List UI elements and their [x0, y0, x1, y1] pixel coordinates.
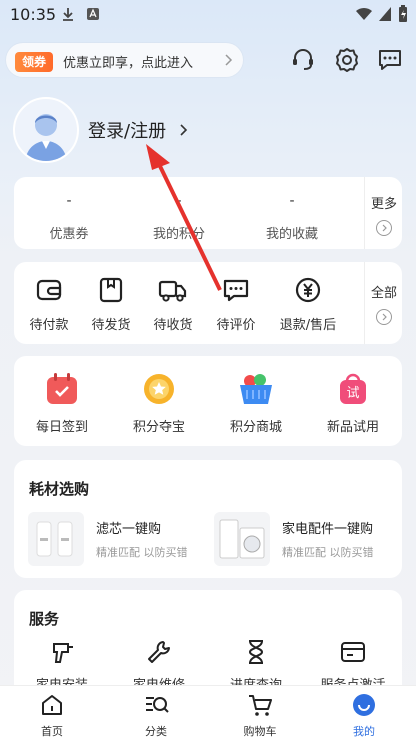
order-pending-review[interactable]: 待评价: [205, 276, 267, 333]
stat-label: 优惠券: [49, 227, 89, 242]
feature-label: 积分夺宝: [132, 420, 185, 435]
message-icon[interactable]: [376, 46, 404, 74]
tab-label: 分类: [145, 725, 167, 738]
order-label: 待评价: [216, 318, 256, 333]
home-icon: [42, 695, 62, 715]
chevron-right-icon: [180, 124, 187, 136]
feature-label: 新品试用: [326, 420, 379, 435]
stat-coupons[interactable]: - 优惠券: [14, 193, 124, 242]
service-card-icon: [341, 642, 365, 662]
consumable-subtitle: 精准匹配 以防买错: [96, 546, 188, 559]
drill-icon: [53, 643, 73, 663]
package-icon: [99, 277, 123, 303]
orders-card: 待付款 待发货 待收货 待评价 退款/售后 全部: [14, 262, 402, 344]
circle-chevron-right-icon: [376, 309, 392, 325]
feature-points-mall[interactable]: 积分商城: [213, 372, 299, 435]
filter-cartridge-image: [28, 512, 84, 566]
consumable-appliance-parts-item[interactable]: 家电配件一键购 精准匹配 以防买错: [214, 512, 394, 568]
stat-label: 我的收藏: [265, 227, 318, 242]
trial-bag-icon: 试: [340, 373, 366, 404]
tab-cart[interactable]: 购物车: [220, 692, 300, 739]
consumable-title: 家电配件一键购: [282, 522, 374, 537]
signal-icon: [379, 7, 391, 21]
promo-text: 优惠立即享，点此进入: [63, 56, 194, 71]
stat-label: 我的积分: [152, 227, 205, 242]
consumable-title: 滤芯一键购: [96, 522, 162, 537]
circle-chevron-right-icon: [376, 220, 392, 236]
tab-label: 我的: [353, 725, 375, 738]
cart-icon: [249, 695, 272, 716]
order-label: 待付款: [29, 318, 69, 333]
login-register-link[interactable]: 登录/注册: [88, 117, 190, 143]
consumable-filter-item[interactable]: 滤芯一键购 精准匹配 以防买错: [28, 512, 208, 568]
category-search-icon: [146, 697, 169, 713]
app-notification-icon: [87, 8, 99, 20]
promo-banner[interactable]: 领券 优惠立即享，点此进入: [6, 43, 243, 77]
me-icon: [353, 694, 375, 716]
tab-me[interactable]: 我的: [324, 692, 404, 739]
stats-card: - 优惠券 - 我的积分 - 我的收藏 更多: [14, 177, 402, 249]
promo-tag: 领券: [15, 52, 53, 72]
feature-new-product-trial[interactable]: 试 新品试用: [310, 372, 396, 435]
login-register-label: 登录/注册: [88, 121, 167, 142]
order-pending-receipt[interactable]: 待收货: [142, 276, 204, 333]
avatar[interactable]: [13, 97, 79, 163]
feature-daily-checkin[interactable]: 每日签到: [19, 372, 105, 435]
tab-category[interactable]: 分类: [116, 692, 196, 739]
stats-more-button[interactable]: 更多: [364, 177, 403, 249]
tab-label: 购物车: [243, 725, 277, 738]
top-bar: 领券 优惠立即享，点此进入: [0, 40, 416, 80]
order-label: 待发货: [91, 318, 131, 333]
chevron-right-icon: [225, 54, 233, 66]
stat-value: -: [289, 193, 295, 209]
consumables-title: 耗材选购: [29, 480, 90, 498]
wrench-icon: [148, 641, 170, 663]
download-icon: [63, 8, 73, 21]
default-user-avatar-icon: [25, 114, 67, 161]
feature-label: 积分商城: [229, 420, 282, 435]
stat-value: -: [176, 193, 182, 209]
services-title: 服务: [29, 610, 60, 628]
settings-gear-icon[interactable]: [333, 46, 361, 74]
stat-favorites[interactable]: - 我的收藏: [237, 193, 347, 242]
tab-home[interactable]: 首页: [12, 692, 92, 739]
order-label: 退款/售后: [279, 318, 337, 333]
hourglass-icon: [248, 640, 264, 664]
svg-text:试: 试: [346, 386, 359, 401]
order-refund-aftersale[interactable]: 退款/售后: [274, 276, 342, 333]
status-time: 10:35: [10, 5, 57, 24]
order-pending-shipment[interactable]: 待发货: [80, 276, 142, 333]
consumables-card: 耗材选购 滤芯一键购 精准匹配 以防买错 家电配件一键购 精准匹配 以防买错: [14, 460, 402, 578]
feature-points-treasure[interactable]: 积分夺宝: [116, 372, 202, 435]
services-card: 服务 家电安装 家电维修 进度查询 服务点激活: [14, 590, 402, 700]
all-label: 全部: [370, 286, 397, 301]
calendar-icon: [47, 373, 77, 404]
bottom-tab-bar: 首页 分类 购物车 我的: [0, 685, 416, 742]
wifi-icon: [356, 7, 372, 20]
stat-points[interactable]: - 我的积分: [124, 193, 234, 242]
feature-label: 每日签到: [35, 420, 88, 435]
features-card: 每日签到 积分夺宝 积分商城 试 新品试用: [14, 356, 402, 446]
truck-icon: [158, 280, 187, 302]
basket-icon: [240, 374, 272, 404]
order-pending-payment[interactable]: 待付款: [18, 276, 80, 333]
status-bar: 10:35: [0, 0, 416, 30]
battery-icon: [399, 5, 407, 22]
medal-icon: [144, 374, 174, 404]
consumable-subtitle: 精准匹配 以防买错: [282, 546, 374, 559]
customer-service-icon[interactable]: [289, 46, 317, 74]
wallet-icon: [36, 279, 62, 301]
stat-value: -: [66, 193, 72, 209]
more-label: 更多: [370, 197, 397, 212]
appliance-parts-image: [214, 512, 270, 566]
tab-label: 首页: [41, 725, 63, 738]
profile-header: 登录/注册: [0, 95, 416, 165]
refund-icon: [295, 277, 321, 303]
orders-all-button[interactable]: 全部: [364, 262, 403, 344]
order-label: 待收货: [153, 318, 193, 333]
comment-icon: [223, 279, 249, 302]
